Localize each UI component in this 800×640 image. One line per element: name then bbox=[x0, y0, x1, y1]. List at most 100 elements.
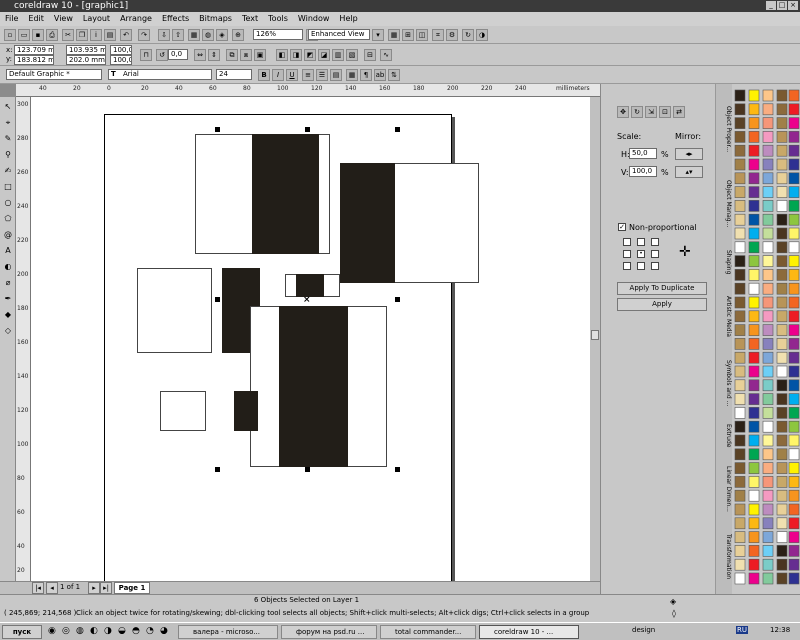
quick-launch-icon[interactable]: ◔ bbox=[146, 626, 154, 636]
rectangle-tool-icon[interactable]: □ bbox=[2, 181, 14, 193]
color-swatch[interactable] bbox=[762, 117, 774, 129]
angle-field[interactable]: 0,0 bbox=[168, 49, 188, 60]
color-swatch[interactable] bbox=[762, 269, 774, 281]
ellipse-tool-icon[interactable]: ○ bbox=[2, 197, 14, 209]
selection-handle[interactable] bbox=[305, 127, 310, 132]
color-swatch[interactable] bbox=[748, 227, 760, 240]
graphic-style-select[interactable]: Default Graphic * bbox=[6, 69, 102, 80]
freehand-tool-icon[interactable]: ✍ bbox=[2, 165, 14, 177]
color-swatch[interactable] bbox=[734, 186, 746, 198]
color-swatch[interactable] bbox=[762, 545, 774, 557]
color-swatch[interactable] bbox=[776, 255, 788, 267]
color-swatch[interactable] bbox=[748, 351, 760, 364]
color-swatch[interactable] bbox=[734, 545, 746, 557]
color-swatch[interactable] bbox=[788, 296, 800, 309]
tab-object-properties[interactable]: Object Proper... bbox=[717, 106, 732, 166]
color-swatch[interactable] bbox=[748, 269, 760, 281]
color-swatch[interactable] bbox=[734, 144, 746, 157]
color-swatch[interactable] bbox=[748, 158, 760, 171]
color-swatch[interactable] bbox=[748, 531, 760, 543]
color-swatch[interactable] bbox=[748, 200, 760, 212]
quick-launch-icon[interactable]: ◎ bbox=[62, 626, 70, 636]
paste-icon[interactable]: ▤ bbox=[104, 29, 116, 41]
menu-effects[interactable]: Effects bbox=[157, 12, 194, 26]
color-swatch[interactable] bbox=[762, 379, 774, 392]
color-swatch[interactable] bbox=[788, 255, 800, 267]
interactive-fill-icon[interactable]: ◇ bbox=[2, 325, 14, 337]
color-swatch[interactable] bbox=[788, 131, 800, 143]
color-swatch[interactable] bbox=[748, 517, 760, 530]
color-swatch[interactable] bbox=[762, 351, 774, 364]
color-swatch[interactable] bbox=[788, 379, 800, 392]
color-swatch[interactable] bbox=[776, 144, 788, 157]
color-swatch[interactable] bbox=[788, 282, 800, 295]
color-swatch[interactable] bbox=[748, 434, 760, 447]
locale-indicator[interactable]: RU bbox=[736, 626, 748, 634]
color-swatch[interactable] bbox=[748, 310, 760, 323]
transparency-icon[interactable]: ◑ bbox=[476, 29, 488, 41]
color-swatch[interactable] bbox=[776, 434, 788, 447]
menu-text[interactable]: Text bbox=[237, 12, 263, 26]
selection-handle[interactable] bbox=[305, 467, 310, 472]
interactive-blend-icon[interactable]: ◐ bbox=[2, 261, 14, 273]
color-swatch[interactable] bbox=[748, 407, 760, 419]
front-minus-back-icon[interactable]: ▥ bbox=[332, 49, 344, 61]
pick-tool-icon[interactable]: ↖ bbox=[2, 101, 14, 113]
mirror-h-icon[interactable]: ⇔ bbox=[194, 49, 206, 61]
back-minus-front-icon[interactable]: ▧ bbox=[346, 49, 358, 61]
outline-tool-icon[interactable]: ✒ bbox=[2, 293, 14, 305]
color-swatch[interactable] bbox=[776, 503, 788, 516]
color-swatch[interactable] bbox=[762, 434, 774, 447]
simplify-icon[interactable]: ◪ bbox=[318, 49, 330, 61]
filled-rectangle-object[interactable] bbox=[296, 274, 324, 297]
drawing-canvas[interactable]: × bbox=[31, 97, 590, 581]
color-swatch[interactable] bbox=[776, 517, 788, 530]
color-swatch[interactable] bbox=[734, 365, 746, 378]
task-browser[interactable]: форум на psd.ru ... bbox=[281, 625, 377, 639]
color-swatch[interactable] bbox=[788, 531, 800, 543]
color-swatch[interactable] bbox=[734, 476, 746, 488]
bold-icon[interactable]: B bbox=[258, 69, 270, 81]
color-swatch[interactable] bbox=[762, 158, 774, 171]
color-swatch[interactable] bbox=[748, 144, 760, 157]
color-swatch[interactable] bbox=[762, 365, 774, 378]
italic-icon[interactable]: I bbox=[272, 69, 284, 81]
minimize-button[interactable]: _ bbox=[766, 1, 776, 10]
color-swatch[interactable] bbox=[762, 282, 774, 295]
copy-icon[interactable]: ❐ bbox=[76, 29, 88, 41]
color-swatch[interactable] bbox=[776, 227, 788, 240]
color-swatch[interactable] bbox=[776, 324, 788, 336]
color-swatch[interactable] bbox=[788, 434, 800, 447]
color-swatch[interactable] bbox=[734, 200, 746, 212]
view-quality-select[interactable]: Enhanced View bbox=[308, 29, 370, 40]
filled-rectangle-object[interactable] bbox=[252, 134, 319, 254]
color-swatch[interactable] bbox=[776, 462, 788, 474]
open-icon[interactable]: ▭ bbox=[18, 29, 30, 41]
color-swatch[interactable] bbox=[776, 296, 788, 309]
undo-icon[interactable]: ↶ bbox=[120, 29, 132, 41]
font-size-select[interactable]: 24 bbox=[216, 69, 252, 80]
color-swatch[interactable] bbox=[734, 407, 746, 419]
scroll-thumb[interactable] bbox=[591, 330, 599, 340]
color-swatch[interactable] bbox=[776, 213, 788, 226]
info-icon[interactable]: i bbox=[90, 29, 102, 41]
chevron-down-icon[interactable]: ▾ bbox=[372, 29, 384, 41]
ungroup-all-icon[interactable]: ▣ bbox=[254, 49, 266, 61]
color-swatch[interactable] bbox=[748, 282, 760, 295]
color-swatch[interactable] bbox=[762, 310, 774, 323]
color-swatch[interactable] bbox=[788, 269, 800, 281]
skew-tab-icon[interactable]: ⇄ bbox=[673, 106, 685, 118]
color-swatch[interactable] bbox=[734, 158, 746, 171]
color-swatch[interactable] bbox=[734, 227, 746, 240]
anchor-point[interactable] bbox=[651, 238, 659, 246]
color-swatch[interactable] bbox=[734, 517, 746, 530]
cut-icon[interactable]: ✂ bbox=[62, 29, 74, 41]
color-swatch[interactable] bbox=[776, 365, 788, 378]
tab-linear-dimensions[interactable]: Linear Dimen... bbox=[717, 466, 732, 526]
menu-help[interactable]: Help bbox=[334, 12, 362, 26]
anchor-point[interactable] bbox=[637, 238, 645, 246]
color-swatch[interactable] bbox=[776, 420, 788, 433]
color-swatch[interactable] bbox=[762, 517, 774, 530]
trim-icon[interactable]: ◨ bbox=[290, 49, 302, 61]
scale-v-field[interactable]: 100,0 bbox=[629, 166, 657, 177]
